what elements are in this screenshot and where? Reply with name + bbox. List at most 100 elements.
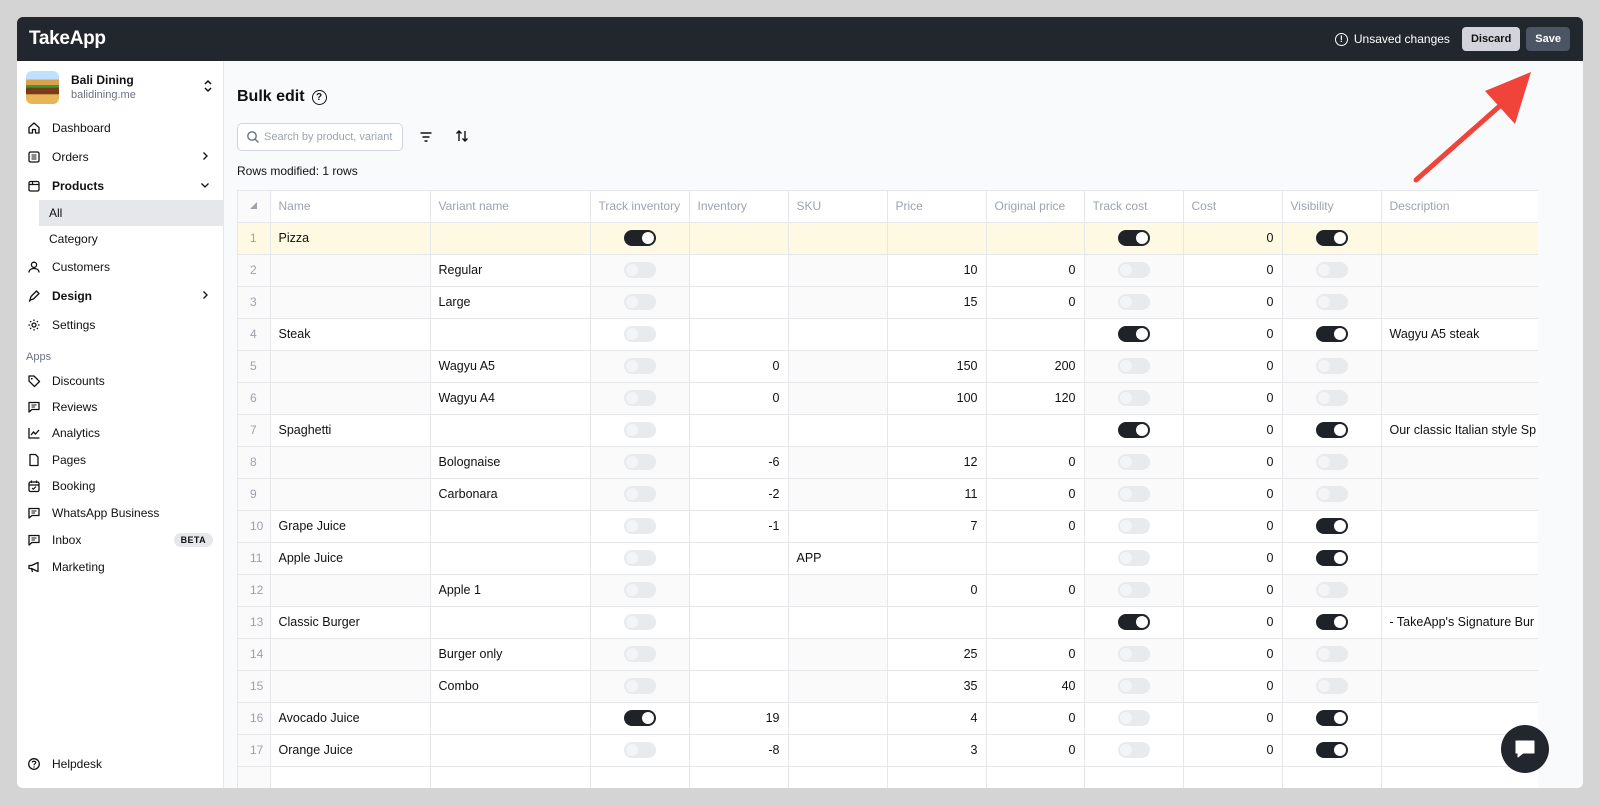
- visibility-cell[interactable]: [1282, 350, 1382, 383]
- column-header[interactable]: Track cost: [1084, 191, 1184, 223]
- sku-cell[interactable]: [788, 638, 888, 671]
- price-cell[interactable]: 12: [887, 446, 987, 479]
- toggle-switch[interactable]: [1315, 326, 1348, 342]
- cost-cell[interactable]: 0: [1183, 670, 1283, 703]
- visibility-cell[interactable]: [1282, 222, 1382, 255]
- filter-icon[interactable]: [418, 129, 434, 145]
- sku-cell[interactable]: [788, 734, 888, 767]
- column-header[interactable]: SKU: [788, 191, 888, 223]
- track-inventory-cell[interactable]: [590, 670, 690, 703]
- original-price-cell[interactable]: 0: [986, 702, 1085, 735]
- description-cell[interactable]: [1381, 350, 1538, 383]
- sidebar-item-reviews[interactable]: Reviews: [17, 394, 223, 420]
- track-inventory-cell[interactable]: [590, 574, 690, 607]
- track-cost-cell[interactable]: [1084, 638, 1184, 671]
- table-row[interactable]: 6 Wagyu A4 0 100 120 0: [238, 382, 1538, 415]
- inventory-cell[interactable]: [689, 574, 789, 607]
- track-cost-cell[interactable]: [1084, 382, 1184, 415]
- inventory-cell[interactable]: 19: [689, 702, 789, 735]
- sku-cell[interactable]: [788, 510, 888, 543]
- description-cell[interactable]: - TakeApp's Signature Bur: [1381, 606, 1538, 639]
- visibility-cell[interactable]: [1282, 382, 1382, 415]
- description-cell[interactable]: Our classic Italian style Sp: [1381, 414, 1538, 447]
- cost-cell[interactable]: 0: [1183, 606, 1283, 639]
- sidebar-item-whatsapp-business[interactable]: WhatsApp Business: [17, 499, 223, 526]
- inventory-cell[interactable]: -8: [689, 734, 789, 767]
- toggle-switch[interactable]: [1117, 422, 1150, 438]
- visibility-cell[interactable]: [1282, 606, 1382, 639]
- price-cell[interactable]: 150: [887, 350, 987, 383]
- track-inventory-cell[interactable]: [590, 478, 690, 511]
- toggle-switch[interactable]: [1117, 710, 1150, 726]
- row-number-cell[interactable]: 4: [238, 318, 271, 351]
- variant-name-cell[interactable]: [430, 318, 591, 351]
- price-cell[interactable]: 3: [887, 734, 987, 767]
- cost-cell[interactable]: 0: [1183, 222, 1283, 255]
- sku-cell[interactable]: [788, 478, 888, 511]
- toggle-switch[interactable]: [1315, 454, 1348, 470]
- sidebar-item-settings[interactable]: Settings: [17, 310, 223, 339]
- sku-cell[interactable]: APP: [788, 542, 888, 575]
- track-cost-cell[interactable]: [1084, 254, 1184, 287]
- cost-cell[interactable]: 0: [1183, 638, 1283, 671]
- variant-name-cell[interactable]: Wagyu A4: [430, 382, 591, 415]
- chevron-up-down-icon[interactable]: [203, 79, 213, 94]
- original-price-cell[interactable]: [986, 606, 1085, 639]
- toggle-switch[interactable]: [1315, 422, 1348, 438]
- toggle-switch[interactable]: [1315, 582, 1348, 598]
- original-price-cell[interactable]: [986, 414, 1085, 447]
- column-header[interactable]: Cost: [1183, 191, 1283, 223]
- variant-name-cell[interactable]: Apple 1: [430, 574, 591, 607]
- save-button[interactable]: Save: [1526, 27, 1570, 51]
- original-price-cell[interactable]: 0: [986, 734, 1085, 767]
- original-price-cell[interactable]: 0: [986, 286, 1085, 319]
- row-number-cell[interactable]: 14: [238, 638, 271, 671]
- visibility-cell[interactable]: [1282, 446, 1382, 479]
- table-row[interactable]: 17 Orange Juice -8 3 0 0: [238, 734, 1538, 767]
- variant-name-cell[interactable]: [430, 414, 591, 447]
- name-cell[interactable]: [270, 446, 431, 479]
- table-row[interactable]: [238, 766, 1538, 788]
- toggle-switch[interactable]: [1315, 742, 1348, 758]
- table-row[interactable]: 12 Apple 1000: [238, 574, 1538, 607]
- original-price-cell[interactable]: 0: [986, 638, 1085, 671]
- name-cell[interactable]: [270, 638, 431, 671]
- sidebar-item-marketing[interactable]: Marketing: [17, 553, 223, 581]
- track-cost-cell[interactable]: [1084, 702, 1184, 735]
- track-inventory-cell[interactable]: [590, 510, 690, 543]
- column-header[interactable]: Name: [270, 191, 431, 223]
- table-row[interactable]: 3 Large 15 0 0: [238, 286, 1538, 319]
- inventory-cell[interactable]: [689, 222, 789, 255]
- name-cell[interactable]: [270, 382, 431, 415]
- variant-name-cell[interactable]: Carbonara: [430, 478, 591, 511]
- track-inventory-cell[interactable]: [590, 318, 690, 351]
- cost-cell[interactable]: 0: [1183, 254, 1283, 287]
- toggle-switch[interactable]: [623, 582, 656, 598]
- row-number-cell[interactable]: 13: [238, 606, 271, 639]
- name-cell[interactable]: [270, 286, 431, 319]
- price-cell[interactable]: 100: [887, 382, 987, 415]
- toggle-switch[interactable]: [623, 710, 656, 726]
- variant-name-cell[interactable]: [430, 734, 591, 767]
- table-row[interactable]: 14 Burger only 25 0 0: [238, 638, 1538, 671]
- description-cell[interactable]: [1381, 542, 1538, 575]
- toggle-switch[interactable]: [623, 550, 656, 566]
- track-cost-cell[interactable]: [1084, 414, 1184, 447]
- track-inventory-cell[interactable]: [590, 702, 690, 735]
- toggle-switch[interactable]: [1315, 294, 1348, 310]
- variant-name-cell[interactable]: [430, 702, 591, 735]
- variant-name-cell[interactable]: Burger only: [430, 638, 591, 671]
- inventory-cell[interactable]: -2: [689, 478, 789, 511]
- row-number-cell[interactable]: 1: [238, 222, 271, 255]
- sku-cell[interactable]: [788, 702, 888, 735]
- sidebar-item-discounts[interactable]: Discounts: [17, 367, 223, 394]
- toggle-switch[interactable]: [1117, 262, 1150, 278]
- track-inventory-cell[interactable]: [590, 446, 690, 479]
- visibility-cell[interactable]: [1282, 318, 1382, 351]
- track-cost-cell[interactable]: [1084, 350, 1184, 383]
- toggle-switch[interactable]: [1117, 486, 1150, 502]
- variant-name-cell[interactable]: [430, 542, 591, 575]
- name-cell[interactable]: Avocado Juice: [270, 702, 431, 735]
- toggle-switch[interactable]: [1117, 326, 1150, 342]
- cost-cell[interactable]: 0: [1183, 574, 1283, 607]
